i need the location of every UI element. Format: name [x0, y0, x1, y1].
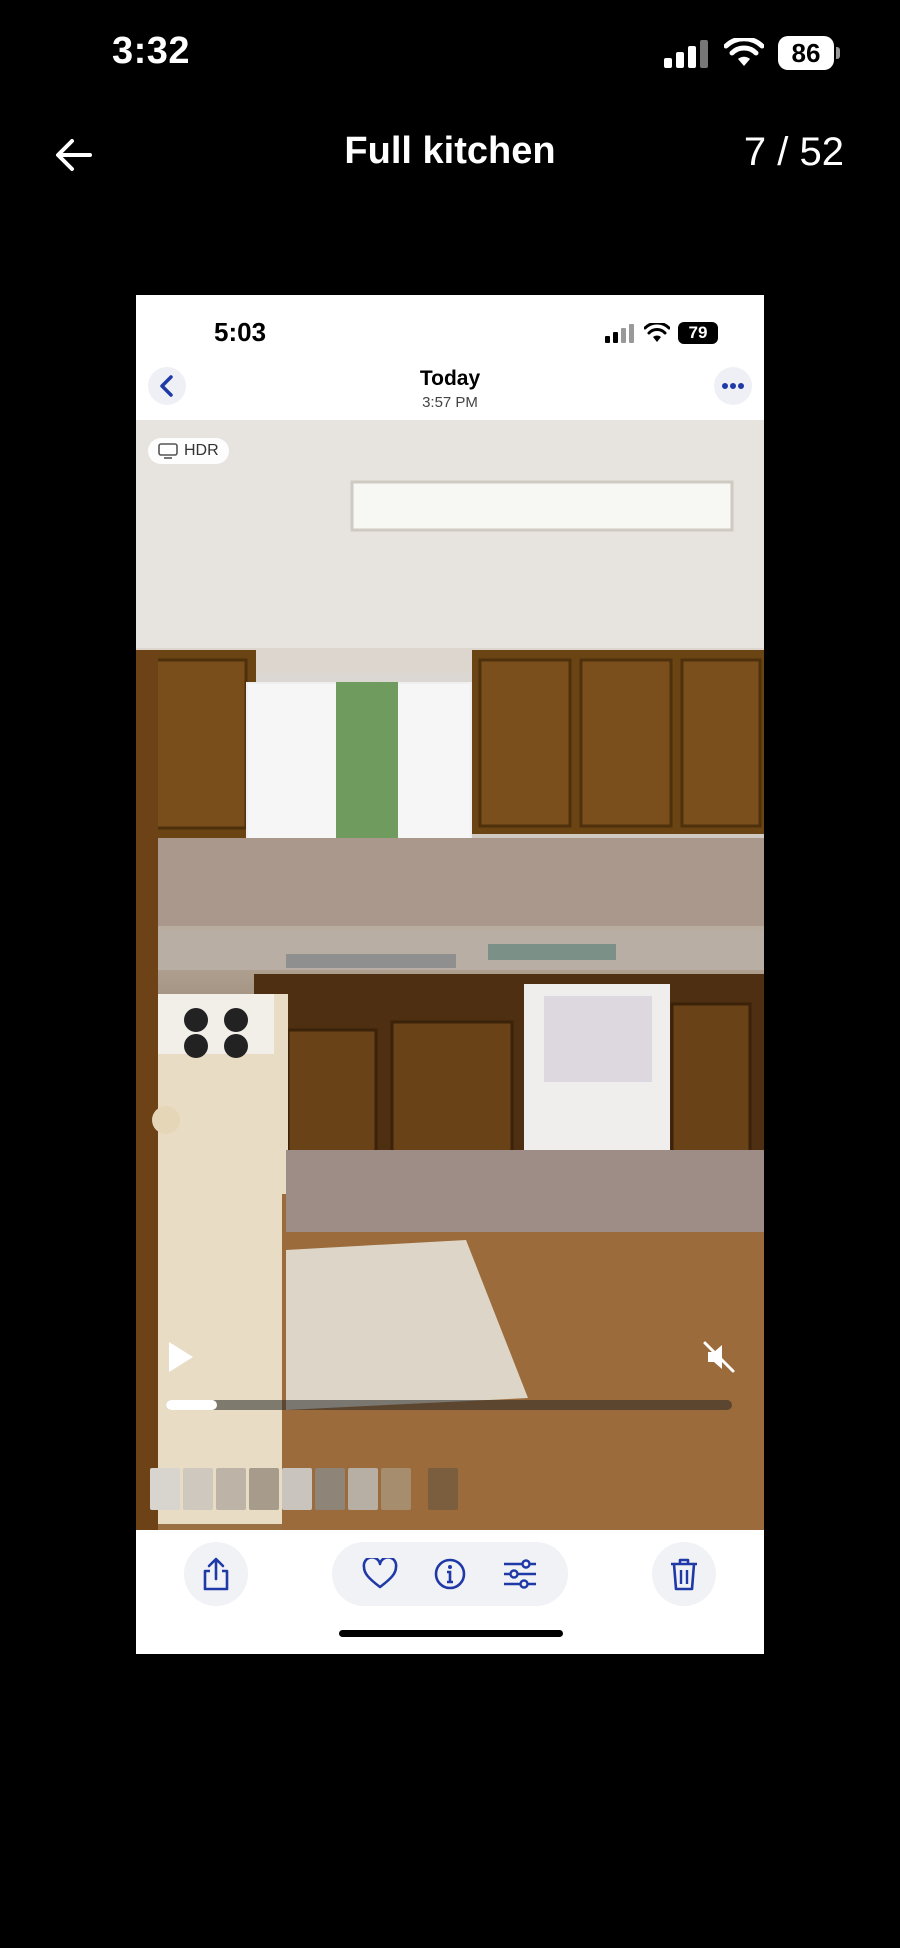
thumbnail-item[interactable]: [183, 1468, 213, 1510]
play-icon: [169, 1342, 193, 1372]
kitchen-photo[interactable]: HDR: [136, 420, 764, 1530]
more-icon: [722, 383, 744, 389]
home-indicator: [339, 1630, 563, 1637]
inner-subtitle: 3:57 PM: [422, 394, 478, 411]
tv-icon: [158, 443, 178, 459]
thumbnail-item[interactable]: [282, 1468, 312, 1510]
signal-icon: [605, 324, 634, 343]
action-group: [332, 1542, 568, 1606]
battery-level: 86: [778, 36, 834, 70]
mute-button[interactable]: [702, 1340, 736, 1374]
video-progress-fill: [166, 1400, 217, 1410]
share-button[interactable]: [184, 1542, 248, 1606]
thumbnail-strip[interactable]: [150, 1468, 458, 1510]
heart-icon[interactable]: [362, 1558, 398, 1590]
trash-icon: [671, 1558, 697, 1591]
signal-icon: [664, 40, 708, 68]
wifi-icon: [724, 38, 764, 66]
wifi-icon: [644, 323, 670, 342]
thumbnail-item[interactable]: [249, 1468, 279, 1510]
inner-status-icons: 79: [604, 319, 718, 347]
more-button[interactable]: [714, 367, 752, 405]
thumbnail-item[interactable]: [428, 1468, 458, 1510]
inner-status-time: 5:03: [214, 317, 267, 347]
thumbnail-item[interactable]: [348, 1468, 378, 1510]
thumbnail-item[interactable]: [216, 1468, 246, 1510]
photo-counter: 7 / 52: [743, 130, 844, 174]
play-button[interactable]: [166, 1340, 196, 1374]
inner-screenshot[interactable]: 5:03 79 Today 3:57 PM HDR: [136, 295, 764, 1654]
battery-icon: 86: [778, 36, 840, 70]
hdr-label: HDR: [184, 442, 219, 459]
info-icon[interactable]: [433, 1557, 467, 1591]
delete-button[interactable]: [652, 1542, 716, 1606]
video-progress-track[interactable]: [166, 1400, 732, 1410]
thumbnail-item[interactable]: [150, 1468, 180, 1510]
kitchen-illustration: [136, 420, 764, 1530]
hdr-badge: HDR: [148, 438, 229, 464]
share-icon: [203, 1557, 229, 1591]
battery-level: 79: [678, 322, 718, 344]
adjust-icon[interactable]: [502, 1559, 538, 1589]
inner-title: Today: [419, 367, 481, 390]
bottom-toolbar: [136, 1530, 764, 1654]
thumbnail-item[interactable]: [315, 1468, 345, 1510]
thumbnail-item[interactable]: [381, 1468, 411, 1510]
mute-icon: [703, 1341, 735, 1373]
status-icons: 86: [662, 30, 840, 76]
status-time: 3:32: [112, 30, 191, 72]
